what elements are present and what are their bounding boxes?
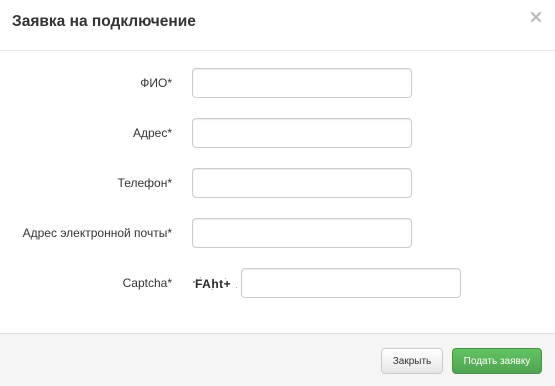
modal-body: ФИО* Адрес* Телефон* Адрес электронной п…: [0, 52, 555, 333]
form-row-fio: ФИО*: [0, 68, 555, 98]
phone-label: Телефон*: [117, 176, 172, 190]
fio-label: ФИО*: [140, 76, 172, 90]
email-label: Адрес электронной почты*: [22, 226, 172, 240]
captcha-label: Captcha*: [122, 276, 172, 290]
modal-title: Заявка на подключение: [12, 13, 196, 30]
email-input[interactable]: [192, 218, 412, 248]
captcha-input[interactable]: [241, 268, 461, 298]
close-button[interactable]: Закрыть: [381, 348, 443, 374]
form-row-phone: Телефон*: [0, 168, 555, 198]
fio-input[interactable]: [192, 68, 412, 98]
modal-dialog: Заявка на подключение ФИО* Адрес* Телефо…: [0, 0, 555, 386]
submit-button[interactable]: Подать заявку: [452, 348, 542, 374]
form-row-address: Адрес*: [0, 118, 555, 148]
close-icon[interactable]: [529, 10, 543, 24]
phone-input[interactable]: [192, 168, 412, 198]
modal-header: Заявка на подключение: [0, 0, 555, 51]
address-input[interactable]: [192, 118, 412, 148]
modal-footer: Закрыть Подать заявку: [0, 333, 555, 386]
form-row-email: Адрес электронной почты*: [0, 218, 555, 248]
captcha-image: FAht+: [193, 277, 237, 291]
address-label: Адрес*: [132, 126, 172, 140]
form-row-captcha: Captcha* FAht+: [0, 268, 555, 298]
captcha-text: FAht+: [195, 277, 231, 291]
